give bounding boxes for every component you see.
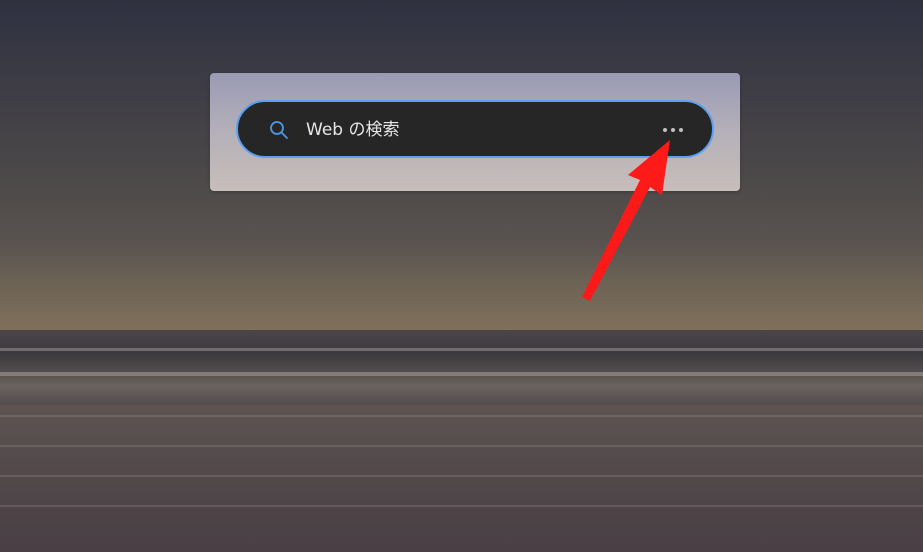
wet-sand-streak bbox=[0, 445, 923, 447]
wet-sand-streak bbox=[0, 415, 923, 417]
search-icon bbox=[270, 121, 288, 139]
horizon-glow bbox=[0, 240, 923, 335]
wet-sand-streak bbox=[0, 475, 923, 477]
dot bbox=[679, 128, 683, 132]
red-arrow-annotation bbox=[582, 140, 670, 301]
wet-sand-streak bbox=[0, 505, 923, 507]
dot bbox=[663, 128, 667, 132]
beach-sand bbox=[0, 405, 923, 552]
dot bbox=[671, 128, 675, 132]
search-placeholder: Web の検索 bbox=[306, 120, 400, 140]
desktop-background: Web の検索 bbox=[0, 0, 923, 552]
sea-waves bbox=[0, 330, 923, 410]
